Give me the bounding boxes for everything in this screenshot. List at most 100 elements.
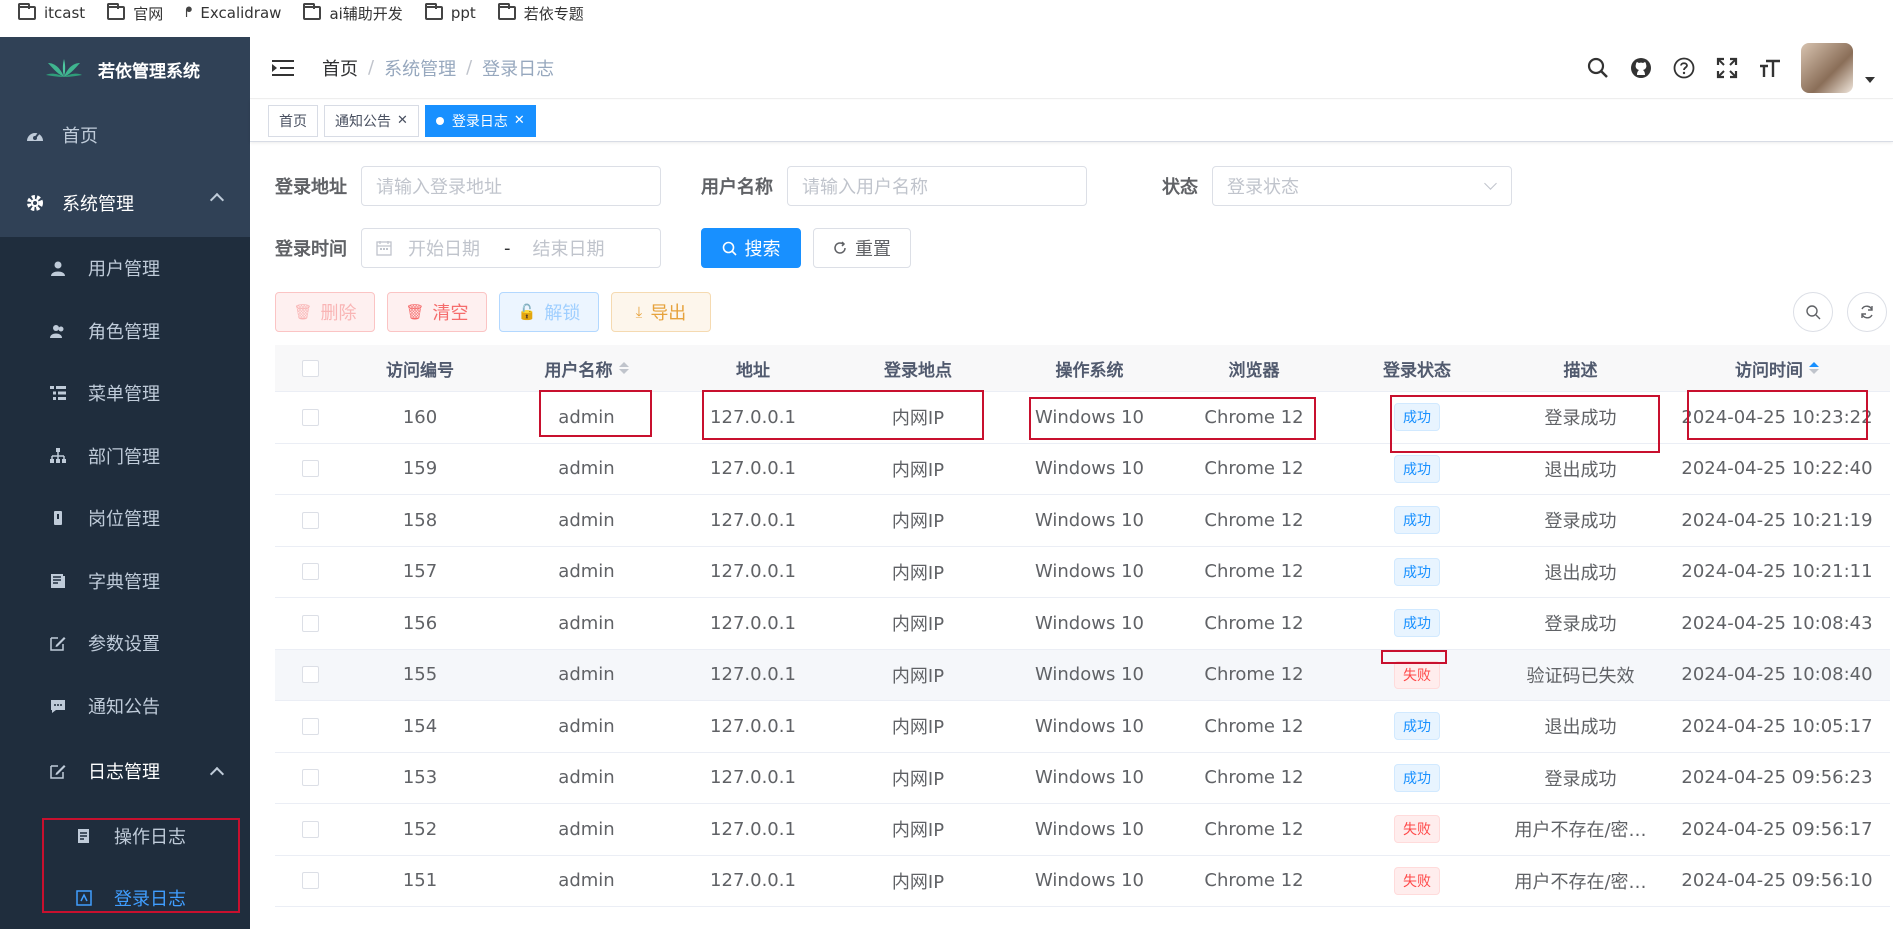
sidebar-item-label: 参数设置 [88,634,160,656]
row-checkbox[interactable] [301,769,319,787]
table-row[interactable]: 154 admin 127.0.0.1 内网IP Windows 10 Chrome 12… [275,701,1890,753]
cell-msg: 用户不存在/密… [1514,820,1647,842]
row-checkbox[interactable] [301,460,319,478]
cell-os: Windows 10 [1035,870,1144,892]
export-button[interactable]: ⤓ 导出 [611,292,711,332]
navbar: 首页 / 系统管理 / 登录日志 [250,37,1893,99]
sidebar-item-config[interactable]: 参数设置 [0,612,250,675]
export-label: 导出 [650,303,687,324]
breadcrumb-separator: / [466,57,473,78]
search-icon[interactable] [1586,56,1610,80]
ipaddr-placeholder: 请输入登录地址 [376,177,502,198]
sidebar-item-posts[interactable]: 岗位管理 [0,487,250,550]
sidebar-item-notices[interactable]: 通知公告 [0,675,250,738]
cell-os: Windows 10 [1035,509,1144,531]
row-checkbox[interactable] [301,408,319,426]
breadcrumb-separator: / [368,57,375,78]
toggle-search-button[interactable] [1793,292,1833,332]
row-checkbox[interactable] [301,563,319,581]
bookmark-label: Excalidraw [200,4,282,22]
bookmark-ai-dev[interactable]: ai辅助开发 [303,3,403,24]
table-row[interactable]: 155 admin 127.0.0.1 内网IP Windows 10 Chrome 12… [275,649,1890,701]
row-checkbox[interactable] [301,820,319,838]
annotation-box [1029,397,1316,440]
bookmark-ppt[interactable]: ppt [424,3,476,22]
bookmark-ruoyi[interactable]: 若依专题 [497,3,584,24]
reset-button[interactable]: 重置 [813,228,911,268]
status-badge: 成功 [1394,763,1440,792]
username-input[interactable]: 请输入用户名称 [787,166,1087,206]
row-checkbox[interactable] [301,511,319,529]
end-date-placeholder[interactable]: 结束日期 [533,235,605,261]
table-row[interactable]: 152 admin 127.0.0.1 内网IP Windows 10 Chrome 12… [275,804,1890,856]
row-checkbox[interactable] [301,717,319,735]
sidebar-item-depts[interactable]: 部门管理 [0,425,250,488]
sidebar-item-system[interactable]: 系统管理 [0,169,250,237]
tags-view: 首页 通知公告 ✕ 登录日志 ✕ [250,100,1893,142]
table-row[interactable]: 151 admin 127.0.0.1 内网IP Windows 10 Chrome 12… [275,856,1890,907]
hamburger-icon[interactable] [272,59,294,77]
close-icon[interactable]: ✕ [514,113,525,128]
tag-home[interactable]: 首页 [268,104,318,137]
sort-icon[interactable] [618,362,629,374]
sidebar-item-dicts[interactable]: 字典管理 [0,550,250,613]
row-select-cell [275,856,345,907]
delete-button[interactable]: 🗑 删除 [275,292,375,332]
tag-login-log[interactable]: 登录日志 ✕ [424,104,536,137]
sidebar-item-logs[interactable]: 日志管理 [0,737,250,805]
avatar[interactable] [1801,43,1853,93]
header-label: 访问时间 [1735,360,1803,381]
question-icon[interactable] [1672,56,1696,80]
close-icon[interactable]: ✕ [397,113,408,128]
caret-down-icon[interactable] [1865,77,1875,83]
sidebar-item-users[interactable]: 用户管理 [0,237,250,300]
row-checkbox[interactable] [301,872,319,890]
row-checkbox[interactable] [301,614,319,632]
bookmark-itcast[interactable]: itcast [18,3,85,22]
start-date-placeholder[interactable]: 开始日期 [408,235,480,261]
cell-id: 153 [402,767,438,789]
status-cell: 成功 [1337,598,1497,649]
col-browser: 浏览器 [1171,345,1337,391]
select-all-checkbox[interactable] [301,359,319,377]
clear-button[interactable]: 🗑 清空 [387,292,487,332]
date-range-picker[interactable]: 开始日期 - 结束日期 [361,228,661,268]
col-login-time[interactable]: 访问时间 [1664,345,1890,391]
table-row[interactable]: 153 admin 127.0.0.1 内网IP Windows 10 Chrome 12… [275,753,1890,804]
cell-os: Windows 10 [1035,612,1144,634]
bookmark-label: 若依专题 [523,4,584,23]
bookmark-excalidraw[interactable]: ᖰ Excalidraw [185,4,281,22]
ipaddr-input[interactable]: 请输入登录地址 [361,166,661,206]
search-button[interactable]: 搜索 [701,228,801,268]
fullscreen-icon[interactable] [1715,56,1739,80]
row-checkbox[interactable] [301,666,319,684]
github-icon[interactable] [1629,56,1653,80]
table-row[interactable]: 157 admin 127.0.0.1 内网IP Windows 10 Chrome 12… [275,547,1890,598]
sidebar-item-menus[interactable]: 菜单管理 [0,362,250,425]
cell-id: 154 [402,715,438,737]
folder-icon [107,3,126,20]
sidebar-item-home[interactable]: 首页 [0,101,250,169]
dashboard-icon [26,126,44,144]
unlock-button[interactable]: 🔓 解锁 [499,292,599,332]
status-select[interactable]: 登录状态 [1212,166,1512,206]
sidebar-item-roles[interactable]: 角色管理 [0,300,250,363]
sort-icon[interactable] [1809,362,1819,374]
app-logo[interactable]: 若依管理系统 [0,37,250,101]
col-user-name[interactable]: 用户名称 [495,345,678,391]
bookmark-label: ai辅助开发 [329,4,403,23]
cell-msg: 登录成功 [1544,511,1617,533]
table-row[interactable]: 156 admin 127.0.0.1 内网IP Windows 10 Chrome 12… [275,598,1890,650]
delete-label: 删除 [320,303,357,324]
annotation-box [702,390,984,440]
font-size-icon[interactable] [1758,56,1782,80]
cell-loc: 内网IP [891,614,945,636]
search-form: 登录地址 请输入登录地址 用户名称 请输入用户名称 状态 登录状态 登录时间 开… [275,166,1875,290]
cell-ip: 127.0.0.1 [710,612,796,634]
refresh-button[interactable] [1847,292,1887,332]
tag-notice[interactable]: 通知公告 ✕ [324,104,419,137]
table-row[interactable]: 158 admin 127.0.0.1 内网IP Windows 10 Chrome 12… [275,495,1890,547]
bookmark-official[interactable]: 官网 [107,3,163,24]
cell-loc: 内网IP [891,459,945,481]
breadcrumb-home[interactable]: 首页 [322,55,358,81]
